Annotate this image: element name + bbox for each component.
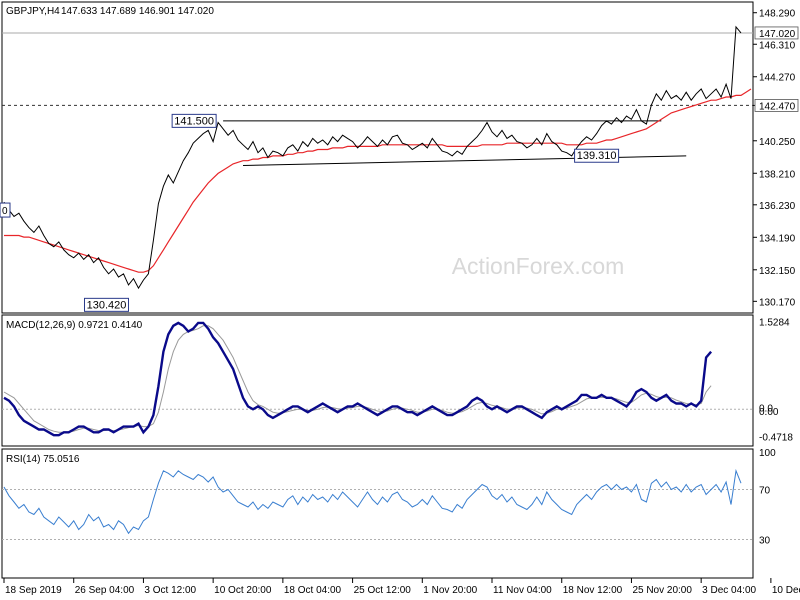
left-edge-label: 0: [2, 206, 8, 217]
time-tick-label: 1 Nov 20:00: [423, 585, 477, 596]
time-tick-label: 10 Dec 12:00: [772, 585, 800, 596]
macd-y-tick-label: 0.00: [759, 407, 779, 418]
rsi-title: RSI(14) 75.0516: [6, 454, 80, 465]
macd-title: MACD(12,26,9) 0.9721 0.4140: [6, 320, 143, 331]
level-price-tag: 142.470: [759, 101, 796, 112]
price-y-tick-label: 148.290: [759, 9, 796, 20]
time-tick-label: 25 Oct 12:00: [354, 585, 412, 596]
price-annotation-label: 130.420: [87, 299, 127, 311]
current-price-tag: 147.020: [759, 29, 796, 40]
rsi-y-tick-label: 100: [759, 448, 776, 459]
time-tick-label: 18 Sep 2019: [5, 585, 62, 596]
rsi-y-tick-label: 70: [759, 486, 771, 497]
time-tick-label: 11 Nov 04:00: [493, 585, 552, 596]
watermark: ActionForex.com: [452, 253, 625, 279]
price-annotation-label: 141.500: [174, 115, 214, 127]
time-tick-label: 3 Oct 12:00: [144, 585, 196, 596]
price-y-tick-label: 138.210: [759, 169, 796, 180]
price-y-tick-label: 130.170: [759, 297, 796, 308]
time-tick-label: 18 Nov 12:00: [563, 585, 623, 596]
time-tick-label: 25 Nov 20:00: [632, 585, 692, 596]
time-tick-label: 26 Sep 04:00: [75, 585, 135, 596]
chart-root: ActionForex.com 141.500 130.420 139.310 0 1…: [0, 0, 800, 600]
header-ohlc: 147.633 147.689 146.901 147.020: [61, 6, 214, 17]
price-y-tick-label: 134.190: [759, 233, 796, 244]
price-annotation-label: 139.310: [577, 150, 617, 162]
price-y-tick-label: 136.230: [759, 201, 796, 212]
macd-y-tick-label: 1.5284: [759, 317, 790, 328]
price-y-tick-label: 144.270: [759, 73, 796, 84]
rsi-y-tick-label: 30: [759, 536, 771, 547]
time-tick-label: 3 Dec 04:00: [702, 585, 756, 596]
price-y-tick-label: 140.250: [759, 137, 796, 148]
time-tick-label: 18 Oct 04:00: [284, 585, 342, 596]
header-symbol: GBPJPY,H4: [6, 6, 60, 17]
macd-y-tick-label: -0.4718: [759, 432, 793, 443]
time-tick-label: 10 Oct 20:00: [214, 585, 272, 596]
price-y-tick-label: 132.150: [759, 266, 796, 277]
price-y-tick-label: 146.310: [759, 40, 796, 51]
